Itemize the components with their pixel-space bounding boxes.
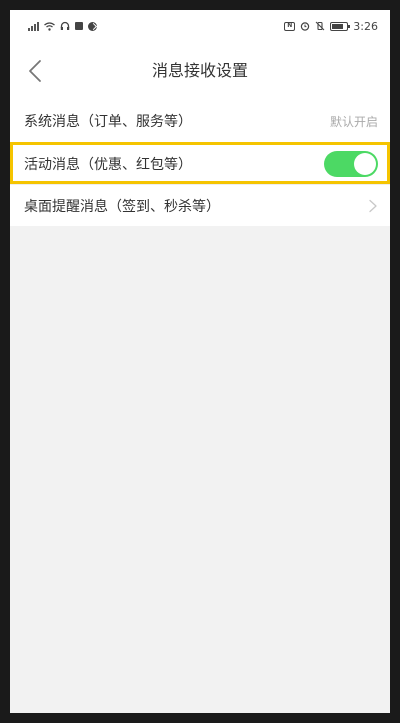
page-title: 消息接收设置 [151,61,248,80]
setting-row-system-messages: 系统消息（订单、服务等） 默认开启 [10,100,390,142]
setting-value: 默认开启 [329,114,378,129]
toggle-knob [354,152,376,175]
wifi-icon [44,21,55,31]
app-notification-icon [88,21,97,31]
setting-row-activity-messages[interactable]: 活动消息（优惠、红包等） [10,142,390,184]
status-time: 3:26 [353,19,378,33]
chevron-right-icon [369,199,377,212]
navigation-bar: 消息接收设置 [10,42,390,100]
status-left-icons [28,21,97,31]
signal-icon [28,21,39,31]
setting-label: 活动消息（优惠、红包等） [24,156,192,173]
alarm-icon [301,22,310,31]
nfc-icon: N [284,21,296,31]
setting-row-desktop-reminders[interactable]: 桌面提醒消息（签到、秒杀等） [10,184,390,226]
setting-label: 桌面提醒消息（签到、秒杀等） [24,198,220,215]
status-bar: N 3:26 [10,10,390,42]
vibrate-off-icon [315,21,325,31]
battery-icon [330,21,351,31]
settings-list: 系统消息（订单、服务等） 默认开启 活动消息（优惠、红包等） 桌面提醒消息（签到… [10,100,390,226]
phone-screen: N 3:26 消息接收设置 系统消息（订单、服务等） 默认开启 活动消息（优惠、… [10,10,390,713]
headset-icon [60,21,70,30]
activity-messages-toggle[interactable] [324,150,378,177]
notification-square-icon [75,22,83,30]
status-right-icons: N 3:26 [284,20,378,33]
setting-label: 系统消息（订单、服务等） [24,114,192,130]
